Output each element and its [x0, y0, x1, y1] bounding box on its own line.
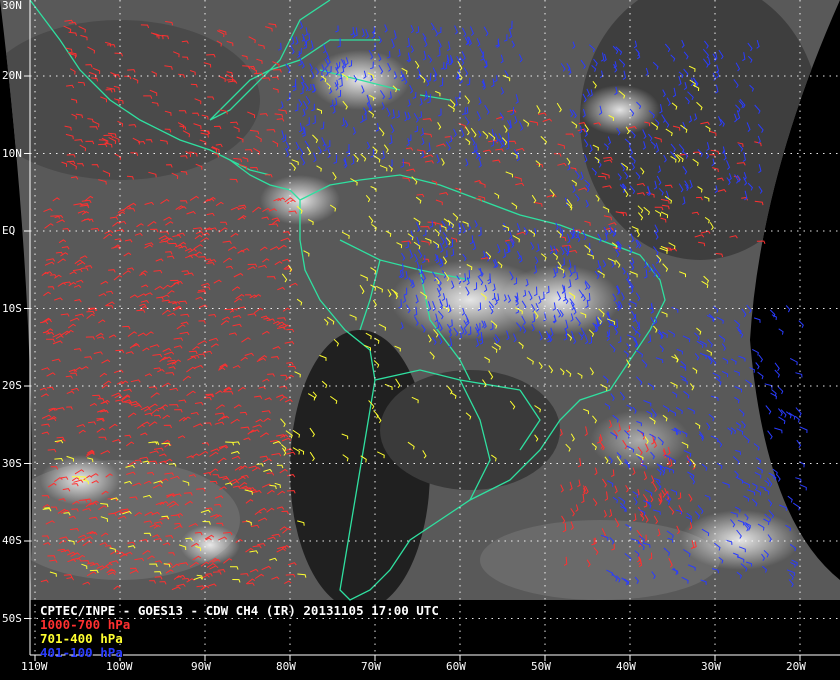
wind-barb: [755, 362, 760, 370]
legend-mid-level: 701-400 hPa: [40, 631, 123, 646]
wind-barb: [771, 314, 777, 321]
lon-label-50w: 50W: [531, 660, 551, 673]
wind-barb: [752, 348, 759, 356]
wind-barb: [774, 369, 780, 378]
wind-barb: [799, 426, 808, 434]
wind-barb: [792, 502, 801, 511]
wind-barb: [799, 484, 807, 491]
lat-label-20s: 20S: [2, 379, 22, 392]
wind-barb: [794, 415, 800, 423]
map-title: CPTEC/INPE - GOES13 - CDW CH4 (IR) 20131…: [40, 603, 439, 618]
lon-label-20w: 20W: [786, 660, 806, 673]
lon-label-60w: 60W: [446, 660, 466, 673]
lat-label-50s: 50S: [2, 611, 22, 625]
wind-barb: [778, 328, 784, 335]
lat-label-20n: 20N: [2, 69, 22, 82]
lon-label-80w: 80W: [276, 660, 296, 673]
wind-barb: [765, 405, 772, 415]
wind-barb: [796, 439, 802, 449]
lat-label-30n: 30N: [2, 0, 22, 12]
lon-label-70w: 70W: [361, 660, 381, 673]
wind-barb: [774, 427, 783, 434]
wind-barb: [795, 407, 802, 417]
satellite-wind-map: [0, 0, 840, 661]
wind-barb: [758, 354, 764, 363]
lat-label-10s: 10S: [2, 301, 22, 315]
wind-barb: [767, 430, 773, 440]
legend-high-level: 401-100 hPa: [40, 645, 123, 660]
lat-label-eq: EQ: [2, 224, 16, 237]
lon-label-90w: 90W: [191, 660, 211, 673]
wind-barb: [778, 416, 786, 425]
wind-barb: [798, 320, 804, 329]
lon-label-30w: 30W: [701, 660, 721, 673]
satellite-image: [0, 0, 840, 600]
wind-barb: [777, 386, 784, 395]
lon-label-110w: 110W: [21, 660, 48, 673]
wind-barb: [785, 305, 791, 313]
legend-low-level: 1000-700 hPa: [40, 617, 131, 632]
wind-barb: [757, 371, 764, 380]
lat-label-10n: 10N: [2, 146, 22, 160]
wind-barb: [774, 362, 780, 372]
wind-barb: [787, 495, 793, 503]
lon-label-40w: 40W: [616, 660, 636, 673]
lat-label-40s: 40S: [2, 534, 22, 547]
wind-barb: [785, 411, 792, 419]
wind-barb: [789, 357, 798, 366]
wind-barb: [776, 474, 781, 482]
wind-barb: [753, 317, 761, 323]
lon-label-100w: 100W: [106, 660, 133, 673]
wind-barb: [795, 372, 803, 378]
lat-label-30s: 30S: [2, 456, 22, 470]
